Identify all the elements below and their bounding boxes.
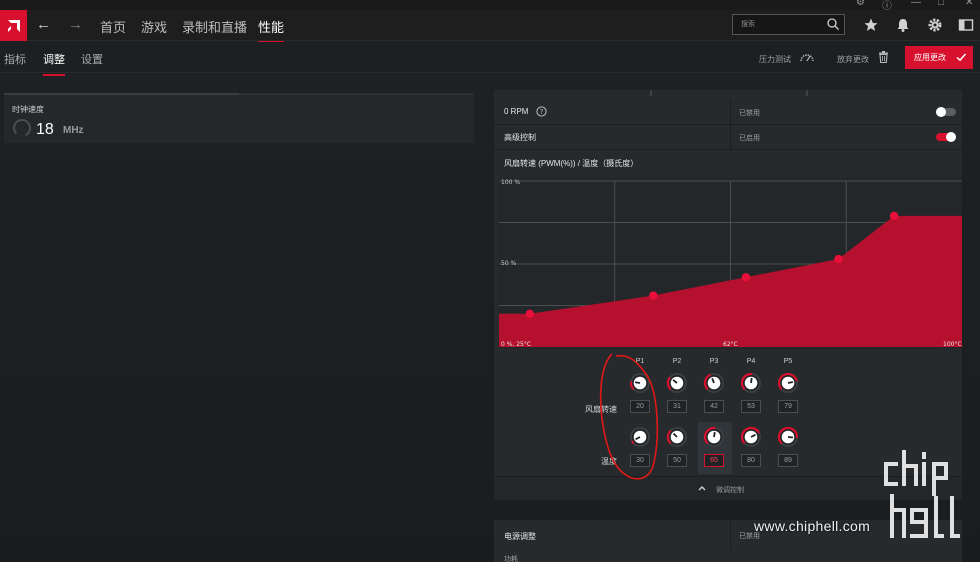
red-ellipse-annotation — [599, 353, 659, 480]
curve-point-p1[interactable] — [525, 309, 535, 318]
y-tick-100: 100 % — [501, 179, 520, 186]
zero-rpm-label: 0 RPM — [504, 107, 529, 116]
amd-logo-icon — [7, 19, 20, 32]
bell-icon[interactable] — [895, 17, 911, 33]
fine-tune-label: 微调控制 — [716, 487, 744, 494]
clock-speed-unit: MHz — [63, 125, 84, 136]
zero-rpm-toggle[interactable] — [936, 107, 956, 117]
temperature-value-p3[interactable]: 65 — [704, 454, 724, 467]
toggle-knob — [936, 107, 946, 117]
top-navigation: ← → 首页 游戏 录制和直播 性能 搜索 — [0, 10, 980, 43]
fan-speed-knob-p2[interactable] — [666, 372, 688, 394]
temperature-knob-p5[interactable] — [777, 426, 799, 448]
advanced-control-toggle[interactable] — [936, 132, 956, 142]
nav-home[interactable]: 首页 — [100, 17, 126, 36]
toggle-knob — [946, 132, 956, 142]
fan-speed-knob-p5[interactable] — [777, 372, 799, 394]
gear-icon[interactable] — [927, 17, 943, 33]
temperature-value-p4[interactable]: 80 — [741, 454, 761, 467]
chiphell-watermark-logo — [884, 450, 960, 538]
clock-speed-value: 18 — [36, 121, 54, 138]
forward-arrow-icon[interactable]: → — [68, 16, 83, 33]
fan-tuning-panel: 0 RPM ? 已禁用 高级控制 已启用 风扇转速 (PWM(%)) / 温度（… — [494, 90, 962, 500]
close-icon[interactable]: ✕ — [965, 0, 973, 8]
search-input[interactable]: 搜索 — [732, 14, 845, 35]
zero-rpm-row: 0 RPM ? 已禁用 — [494, 100, 962, 125]
curve-point-p5[interactable] — [889, 211, 899, 221]
sub-navigation: 指标 调整 设置 压力测试 放弃更改 应用更改 — [0, 42, 980, 76]
curve-point-p2[interactable] — [649, 291, 658, 300]
nav-performance[interactable]: 性能 — [258, 17, 285, 43]
y-tick-50: 50 % — [501, 260, 517, 267]
sidebar-panel-icon[interactable] — [958, 17, 974, 33]
discard-changes-label[interactable]: 放弃更改 — [837, 54, 869, 65]
power-consumption-label: 功耗 — [504, 556, 518, 562]
star-icon[interactable] — [863, 17, 879, 33]
nav-record-stream[interactable]: 录制和直播 — [182, 17, 247, 36]
fan-curve-title: 风扇转速 (PWM(%)) / 温度（摄氏度） — [504, 159, 639, 168]
x-tick-mid: 62°C — [723, 341, 738, 348]
search-placeholder: 搜索 — [741, 21, 755, 28]
point-header-p5: P5 — [783, 358, 793, 365]
fan-speed-value-p5[interactable]: 79 — [778, 400, 798, 413]
stress-test-label[interactable]: 压力测试 — [759, 54, 791, 65]
clock-speed-card: 时钟速度 18 MHz — [4, 93, 474, 143]
temperature-knob-p3[interactable] — [703, 426, 725, 448]
minimize-icon[interactable]: — — [911, 0, 921, 8]
search-icon — [827, 18, 839, 30]
point-header-p4: P4 — [746, 358, 756, 365]
fan-curve-chart[interactable]: 100 % 50 % 0 %, 25°C 62°C 100°C — [499, 177, 962, 349]
advanced-control-label: 高级控制 — [504, 133, 536, 142]
panel-top-ticks — [650, 90, 808, 96]
knob-indicator — [750, 377, 753, 384]
chevron-up-icon — [698, 486, 706, 491]
fan-speed-value-p4[interactable]: 53 — [741, 400, 761, 413]
curve-point-p3[interactable] — [741, 273, 751, 282]
power-tuning-label: 电源调整 — [504, 532, 536, 541]
speedometer-icon[interactable] — [800, 52, 814, 62]
clock-speed-label: 时钟速度 — [12, 105, 44, 114]
row-divider — [730, 100, 731, 125]
knob-indicator — [787, 381, 794, 384]
zero-rpm-state: 已禁用 — [739, 110, 760, 117]
temperature-value-p2[interactable]: 50 — [667, 454, 687, 467]
app-window: ⚙ ⓘ — □ ✕ ← → 首页 游戏 录制和直播 性能 搜索 指标 调整 设置… — [0, 0, 980, 562]
settings-mini-icon[interactable]: ⚙ — [856, 0, 865, 8]
checkmark-icon — [956, 53, 967, 62]
apply-changes-button[interactable]: 应用更改 — [905, 46, 973, 69]
help-circle-icon[interactable]: ? — [536, 106, 547, 117]
fan-speed-knob-p3[interactable] — [703, 372, 725, 394]
point-header-p3: P3 — [709, 358, 719, 365]
point-header-p2: P2 — [672, 358, 682, 365]
temperature-knob-p2[interactable] — [666, 426, 688, 448]
fan-speed-value-p2[interactable]: 31 — [667, 400, 687, 413]
advanced-control-row: 高级控制 已启用 — [494, 125, 962, 150]
temperature-value-p5[interactable]: 89 — [778, 454, 798, 467]
svg-text:?: ? — [540, 108, 544, 116]
row-divider — [730, 125, 731, 150]
knob-indicator — [713, 431, 716, 438]
apply-changes-label: 应用更改 — [914, 53, 946, 62]
amd-logo[interactable] — [0, 10, 27, 41]
x-tick-min: 0 %, 25°C — [501, 341, 531, 348]
fan-speed-knob-p4[interactable] — [740, 372, 762, 394]
tab-tuning[interactable]: 调整 — [43, 51, 65, 76]
tab-metrics[interactable]: 指标 — [4, 51, 26, 67]
maximize-icon[interactable]: □ — [938, 0, 944, 8]
curve-point-p4[interactable] — [834, 254, 843, 264]
back-arrow-icon[interactable]: ← — [36, 16, 51, 33]
trash-icon[interactable] — [878, 51, 889, 63]
card-top-divider — [4, 93, 474, 95]
advanced-control-state: 已启用 — [739, 135, 760, 142]
x-tick-max: 100°C — [943, 341, 962, 348]
tab-settings[interactable]: 设置 — [81, 51, 103, 67]
fan-speed-value-p3[interactable]: 42 — [704, 400, 724, 413]
clock-gauge-icon — [12, 119, 31, 137]
nav-games[interactable]: 游戏 — [141, 17, 167, 36]
title-bar: ⚙ ⓘ — □ ✕ — [0, 0, 980, 12]
row-divider — [730, 520, 731, 550]
temperature-knob-p4[interactable] — [740, 426, 762, 448]
watermark-url: www.chiphell.com — [754, 518, 871, 534]
